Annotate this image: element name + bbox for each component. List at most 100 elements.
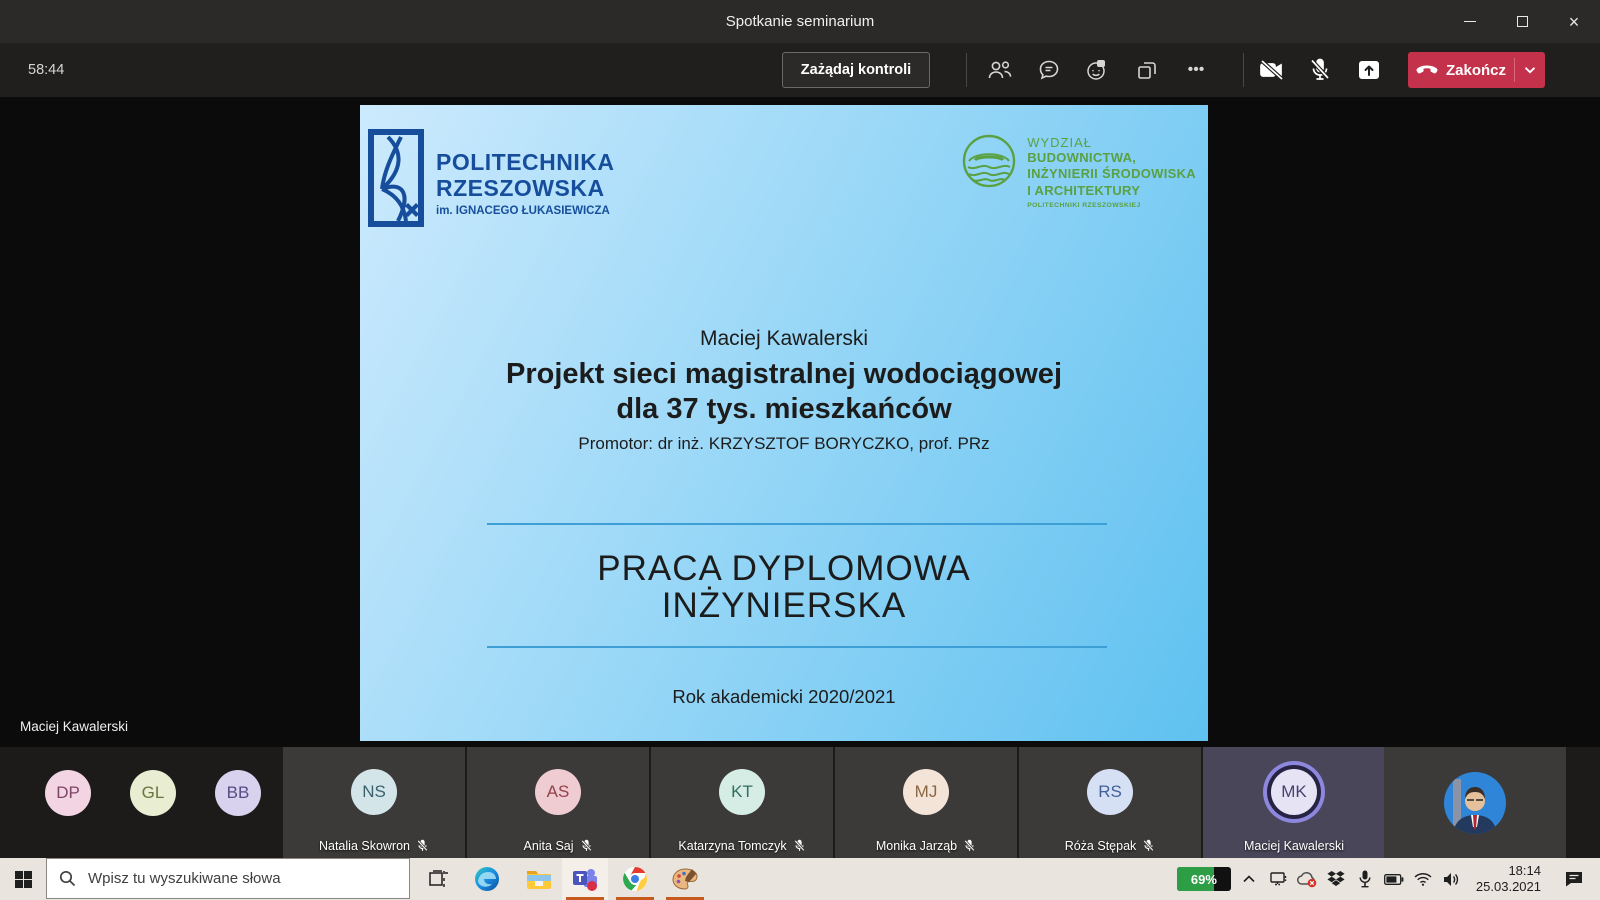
end-call-label: Zakończ	[1446, 62, 1506, 79]
share-screen-button[interactable]	[1348, 49, 1390, 91]
camera-off-button[interactable]	[1251, 49, 1293, 91]
chat-icon	[1037, 58, 1061, 82]
slide-divider-top	[487, 523, 1107, 525]
slide-heading-line1: PRACA DYPLOMOWA	[360, 549, 1208, 589]
toolbar-divider	[1243, 53, 1244, 87]
participant-tile[interactable]: MK Maciej Kawalerski	[1203, 747, 1385, 858]
slide-title-line2: dla 37 tys. mieszkańców	[360, 393, 1208, 426]
close-button[interactable]: ×	[1548, 0, 1600, 43]
chat-button[interactable]	[1028, 49, 1070, 91]
window-title: Spotkanie seminarium	[0, 0, 1600, 43]
participants-button[interactable]	[979, 49, 1021, 91]
logo-right-line3: INŻYNIERII ŚRODOWISKA	[1027, 166, 1196, 182]
video-participant-tile[interactable]	[1384, 747, 1566, 858]
monitor-icon	[1269, 871, 1287, 887]
search-icon	[59, 870, 76, 887]
mic-muted-icon	[963, 839, 976, 853]
edge-taskbar-button[interactable]	[464, 858, 510, 900]
battery-percent-widget[interactable]: 69%	[1177, 867, 1231, 891]
teams-icon	[571, 866, 599, 892]
paint-icon	[672, 867, 698, 891]
restore-icon	[1517, 16, 1528, 27]
battery-tray-icon[interactable]	[1383, 858, 1405, 900]
shared-content-stage: POLITECHNIKA RZESZOWSKA im. IGNACEGO ŁUK…	[0, 97, 1600, 747]
slide-promotor: Promotor: dr inż. KRZYSZTOF BORYCZKO, pr…	[360, 434, 1208, 454]
taskbar-search-input[interactable]: Wpisz tu wyszukiwane słowa	[46, 858, 410, 899]
participant-tile[interactable]: KT Katarzyna Tomczyk	[651, 747, 833, 858]
participant-name: Anita Saj	[523, 839, 573, 853]
wifi-icon	[1414, 872, 1432, 886]
clock-time: 18:14	[1508, 863, 1541, 879]
mic-muted-icon	[1142, 839, 1155, 853]
mic-muted-icon	[580, 839, 593, 853]
logo-right-line4: I ARCHITEKTURY	[1027, 183, 1196, 199]
avatar: AS	[535, 769, 581, 815]
dropbox-tray-icon[interactable]	[1325, 858, 1347, 900]
minimize-button[interactable]	[1444, 0, 1496, 43]
avatar: RS	[1087, 769, 1133, 815]
tray-expand-button[interactable]	[1238, 858, 1260, 900]
slide-divider-bottom	[487, 646, 1107, 648]
start-button[interactable]	[0, 858, 46, 900]
people-icon	[987, 59, 1013, 81]
audio-participant-avatar[interactable]: DP	[45, 770, 91, 816]
paint-taskbar-button[interactable]	[662, 858, 708, 900]
participant-tile[interactable]: MJ Monika Jarząb	[835, 747, 1017, 858]
presentation-slide: POLITECHNIKA RZESZOWSKA im. IGNACEGO ŁUK…	[360, 105, 1208, 741]
participant-name: Róża Stępak	[1065, 839, 1137, 853]
system-tray: 69%	[1177, 858, 1600, 900]
participant-tile[interactable]: AS Anita Saj	[467, 747, 649, 858]
presenter-name-label: Maciej Kawalerski	[20, 719, 128, 734]
virtual-desktop-tray-icon[interactable]	[1267, 858, 1289, 900]
teams-taskbar-button[interactable]	[562, 858, 608, 900]
meeting-toolbar: 58:44 Zażądaj kontroli	[0, 43, 1600, 97]
edge-icon	[474, 866, 500, 892]
teams-meeting-window: Spotkanie seminarium × 58:44 Zażądaj kon…	[0, 0, 1600, 900]
slide-title-line1: Projekt sieci magistralnej wodociągowej	[360, 358, 1208, 391]
faculty-logo: WYDZIAŁ BUDOWNICTWA, INŻYNIERII ŚRODOWIS…	[961, 133, 1196, 209]
participant-tile[interactable]: RS Róża Stępak	[1019, 747, 1201, 858]
volume-tray-icon[interactable]	[1441, 858, 1463, 900]
task-view-button[interactable]	[416, 858, 462, 900]
chrome-taskbar-button[interactable]	[612, 858, 658, 900]
slide-heading-line2: INŻYNIERSKA	[360, 586, 1208, 626]
avatar: KT	[719, 769, 765, 815]
logo-left-line3: im. IGNACEGO ŁUKASIEWICZA	[436, 205, 615, 217]
microphone-tray-icon[interactable]	[1354, 858, 1376, 900]
logo-left-line1: POLITECHNIKA	[436, 149, 615, 175]
pr-logo-mark-icon	[368, 129, 424, 227]
end-call-button[interactable]: Zakończ	[1408, 52, 1545, 88]
minimize-icon	[1464, 21, 1476, 23]
end-call-dropdown[interactable]	[1515, 52, 1545, 88]
file-explorer-taskbar-button[interactable]	[516, 858, 562, 900]
meeting-timer: 58:44	[28, 62, 64, 78]
breakout-rooms-icon	[1135, 58, 1159, 82]
onedrive-sync-error-tray-icon[interactable]	[1296, 858, 1318, 900]
breakout-rooms-button[interactable]	[1126, 49, 1168, 91]
participant-tile[interactable]: NS Natalia Skowron	[283, 747, 465, 858]
restore-button[interactable]	[1496, 0, 1548, 43]
more-options-button[interactable]: •••	[1175, 49, 1217, 91]
action-center-button[interactable]	[1554, 858, 1594, 900]
reactions-button[interactable]	[1076, 49, 1118, 91]
taskbar-clock[interactable]: 18:14 25.03.2021	[1470, 863, 1547, 896]
mic-muted-icon	[416, 839, 429, 853]
request-control-button[interactable]: Zażądaj kontroli	[782, 52, 930, 88]
audio-participant-avatar[interactable]: BB	[215, 770, 261, 816]
hangup-icon	[1416, 65, 1438, 75]
participants-strip: DP GL BB NS Natalia Skowron AS Anita Saj	[0, 747, 1600, 858]
avatar: MK	[1271, 769, 1317, 815]
wifi-tray-icon[interactable]	[1412, 858, 1434, 900]
audio-participant-avatar[interactable]: GL	[130, 770, 176, 816]
share-screen-icon	[1356, 58, 1382, 82]
chrome-icon	[622, 866, 648, 892]
participant-name: Maciej Kawalerski	[1244, 839, 1344, 853]
mic-off-button[interactable]	[1299, 49, 1341, 91]
toolbar-divider	[966, 53, 967, 87]
politechnika-rzeszowska-logo: POLITECHNIKA RZESZOWSKA im. IGNACEGO ŁUK…	[368, 129, 615, 227]
camera-off-icon	[1258, 58, 1286, 82]
logo-right-line5: POLITECHNIKI RZESZOWSKIEJ	[1027, 202, 1196, 209]
clock-date: 25.03.2021	[1476, 879, 1541, 895]
logo-left-line2: RZESZOWSKA	[436, 175, 615, 201]
window-titlebar: Spotkanie seminarium ×	[0, 0, 1600, 43]
